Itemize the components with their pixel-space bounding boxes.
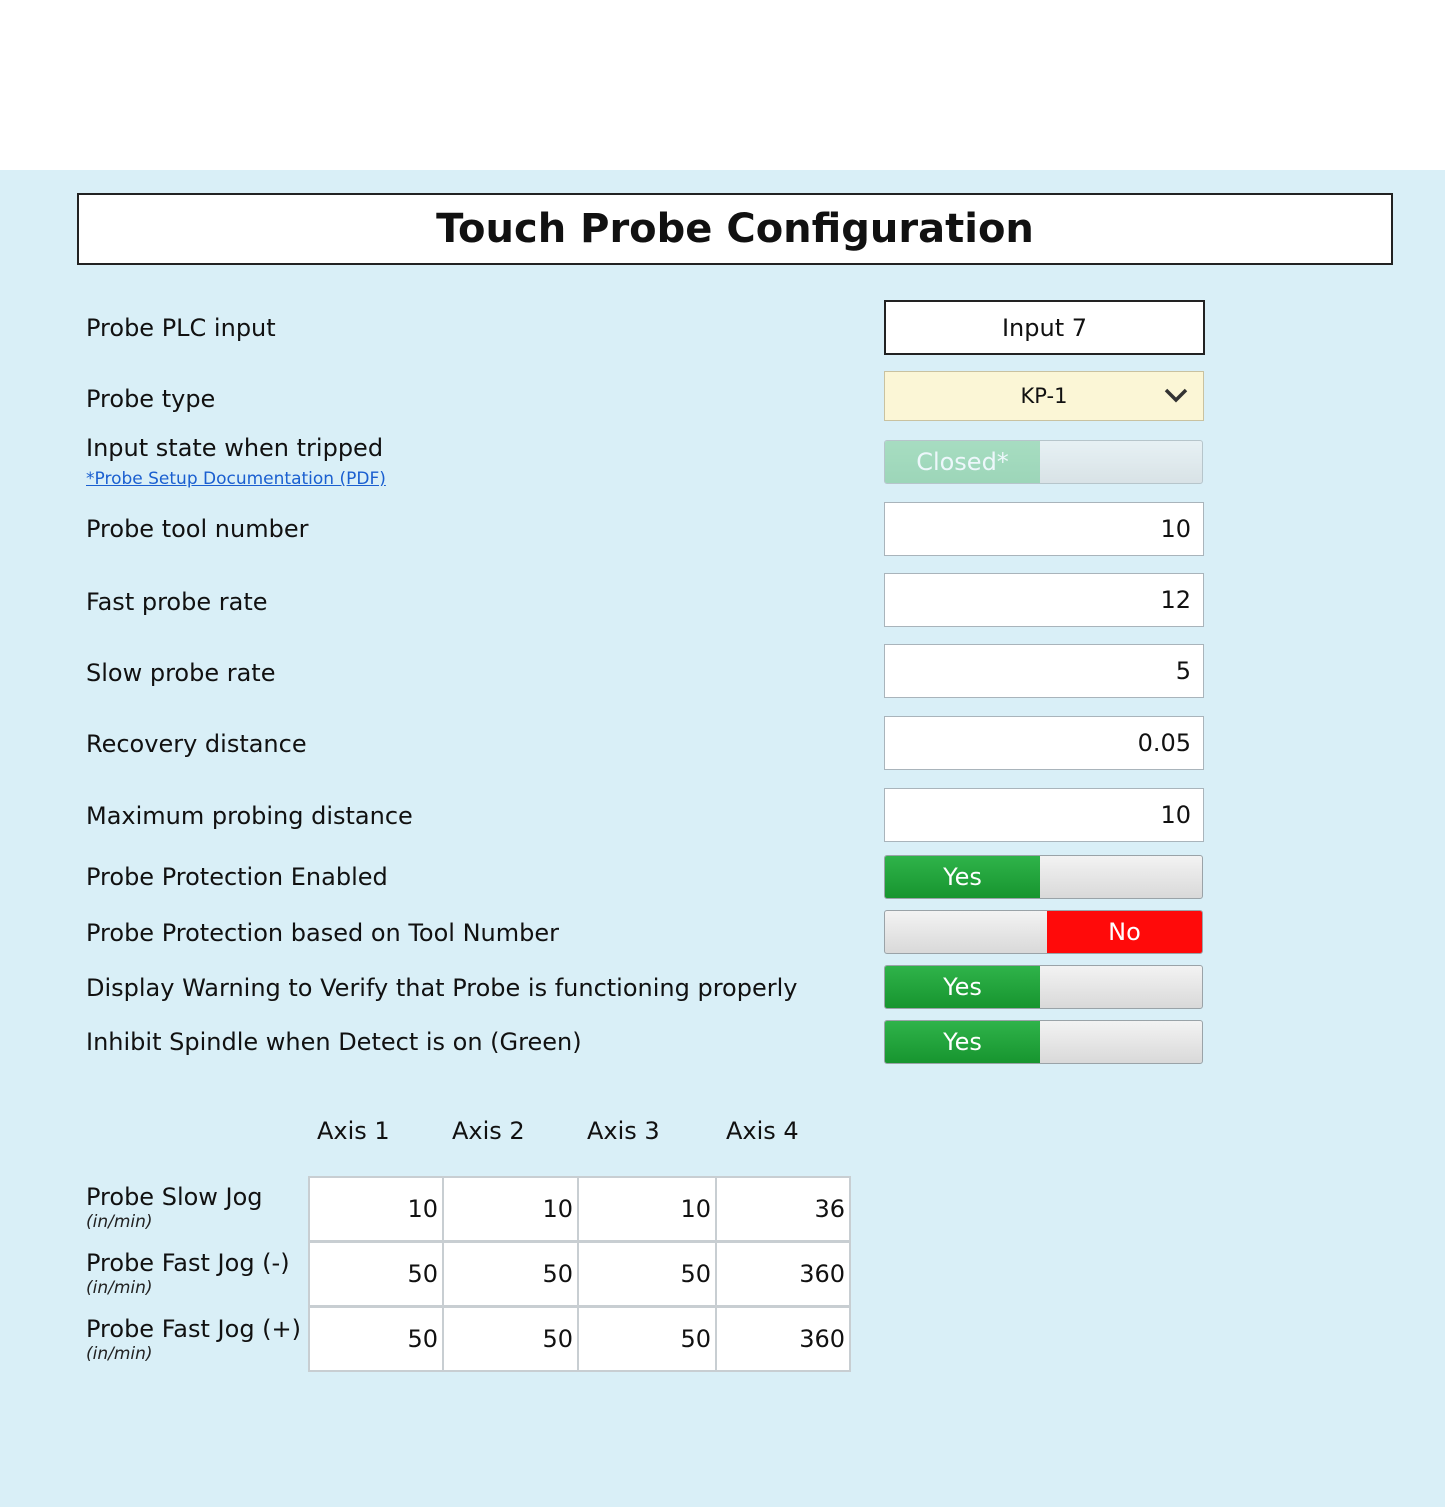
probe-setup-doc-link[interactable]: *Probe Setup Documentation (PDF): [86, 469, 386, 489]
slow-rate-field[interactable]: 5: [884, 644, 1204, 698]
jog-cell-slow-axis3[interactable]: 10: [577, 1176, 717, 1242]
jog-cell-fastplus-axis1[interactable]: 50: [308, 1306, 444, 1372]
max-distance-label: Maximum probing distance: [86, 802, 413, 830]
page-title: Touch Probe Configuration: [77, 193, 1393, 265]
fast-jog-minus-unit: (in/min): [86, 1278, 153, 1298]
input-state-toggle[interactable]: Closed*: [884, 440, 1203, 484]
plc-input-label: Probe PLC input: [86, 314, 276, 342]
protection-toggle[interactable]: Yes: [884, 855, 1203, 899]
plc-input-button[interactable]: Input 7: [884, 300, 1205, 355]
jog-cell-fastminus-axis1[interactable]: 50: [308, 1241, 444, 1307]
axis-header-4: Axis 4: [726, 1117, 799, 1145]
inhibit-toggle[interactable]: Yes: [884, 1020, 1203, 1064]
warning-label: Display Warning to Verify that Probe is …: [86, 974, 798, 1002]
jog-cell-fastplus-axis3[interactable]: 50: [577, 1306, 717, 1372]
input-state-label: Input state when tripped: [86, 434, 384, 462]
probe-type-value: KP-1: [1020, 384, 1068, 408]
jog-cell-fastminus-axis4[interactable]: 360: [715, 1241, 851, 1307]
tool-number-field[interactable]: 10: [884, 502, 1204, 556]
warning-toggle[interactable]: Yes: [884, 965, 1203, 1009]
jog-cell-fastminus-axis3[interactable]: 50: [577, 1241, 717, 1307]
tool-number-label: Probe tool number: [86, 515, 309, 543]
fast-jog-plus-label: Probe Fast Jog (+): [86, 1315, 302, 1343]
recovery-distance-label: Recovery distance: [86, 730, 307, 758]
jog-cell-fastplus-axis4[interactable]: 360: [715, 1306, 851, 1372]
warning-value: Yes: [885, 966, 1040, 1008]
max-distance-field[interactable]: 10: [884, 788, 1204, 842]
protection-tool-value: No: [1047, 911, 1202, 953]
fast-rate-field[interactable]: 12: [884, 573, 1204, 627]
jog-cell-slow-axis4[interactable]: 36: [715, 1176, 851, 1242]
chevron-down-icon: [1164, 388, 1188, 403]
axis-header-3: Axis 3: [587, 1117, 660, 1145]
fast-jog-minus-label: Probe Fast Jog (-): [86, 1249, 290, 1277]
inhibit-label: Inhibit Spindle when Detect is on (Green…: [86, 1028, 582, 1056]
jog-cell-fastplus-axis2[interactable]: 50: [442, 1306, 579, 1372]
inhibit-value: Yes: [885, 1021, 1040, 1063]
fast-rate-label: Fast probe rate: [86, 588, 268, 616]
jog-cell-fastminus-axis2[interactable]: 50: [442, 1241, 579, 1307]
jog-cell-slow-axis2[interactable]: 10: [442, 1176, 579, 1242]
axis-header-2: Axis 2: [452, 1117, 525, 1145]
input-state-value: Closed*: [885, 441, 1040, 483]
fast-jog-plus-unit: (in/min): [86, 1344, 153, 1364]
protection-tool-toggle[interactable]: No: [884, 910, 1203, 954]
probe-type-dropdown[interactable]: KP-1: [884, 371, 1204, 421]
probe-type-label: Probe type: [86, 385, 216, 413]
slow-jog-unit: (in/min): [86, 1212, 153, 1232]
protection-tool-label: Probe Protection based on Tool Number: [86, 919, 560, 947]
recovery-distance-field[interactable]: 0.05: [884, 716, 1204, 770]
slow-rate-label: Slow probe rate: [86, 659, 276, 687]
slow-jog-label: Probe Slow Jog: [86, 1183, 263, 1211]
jog-cell-slow-axis1[interactable]: 10: [308, 1176, 444, 1242]
protection-value: Yes: [885, 856, 1040, 898]
axis-header-1: Axis 1: [317, 1117, 390, 1145]
protection-label: Probe Protection Enabled: [86, 863, 388, 891]
